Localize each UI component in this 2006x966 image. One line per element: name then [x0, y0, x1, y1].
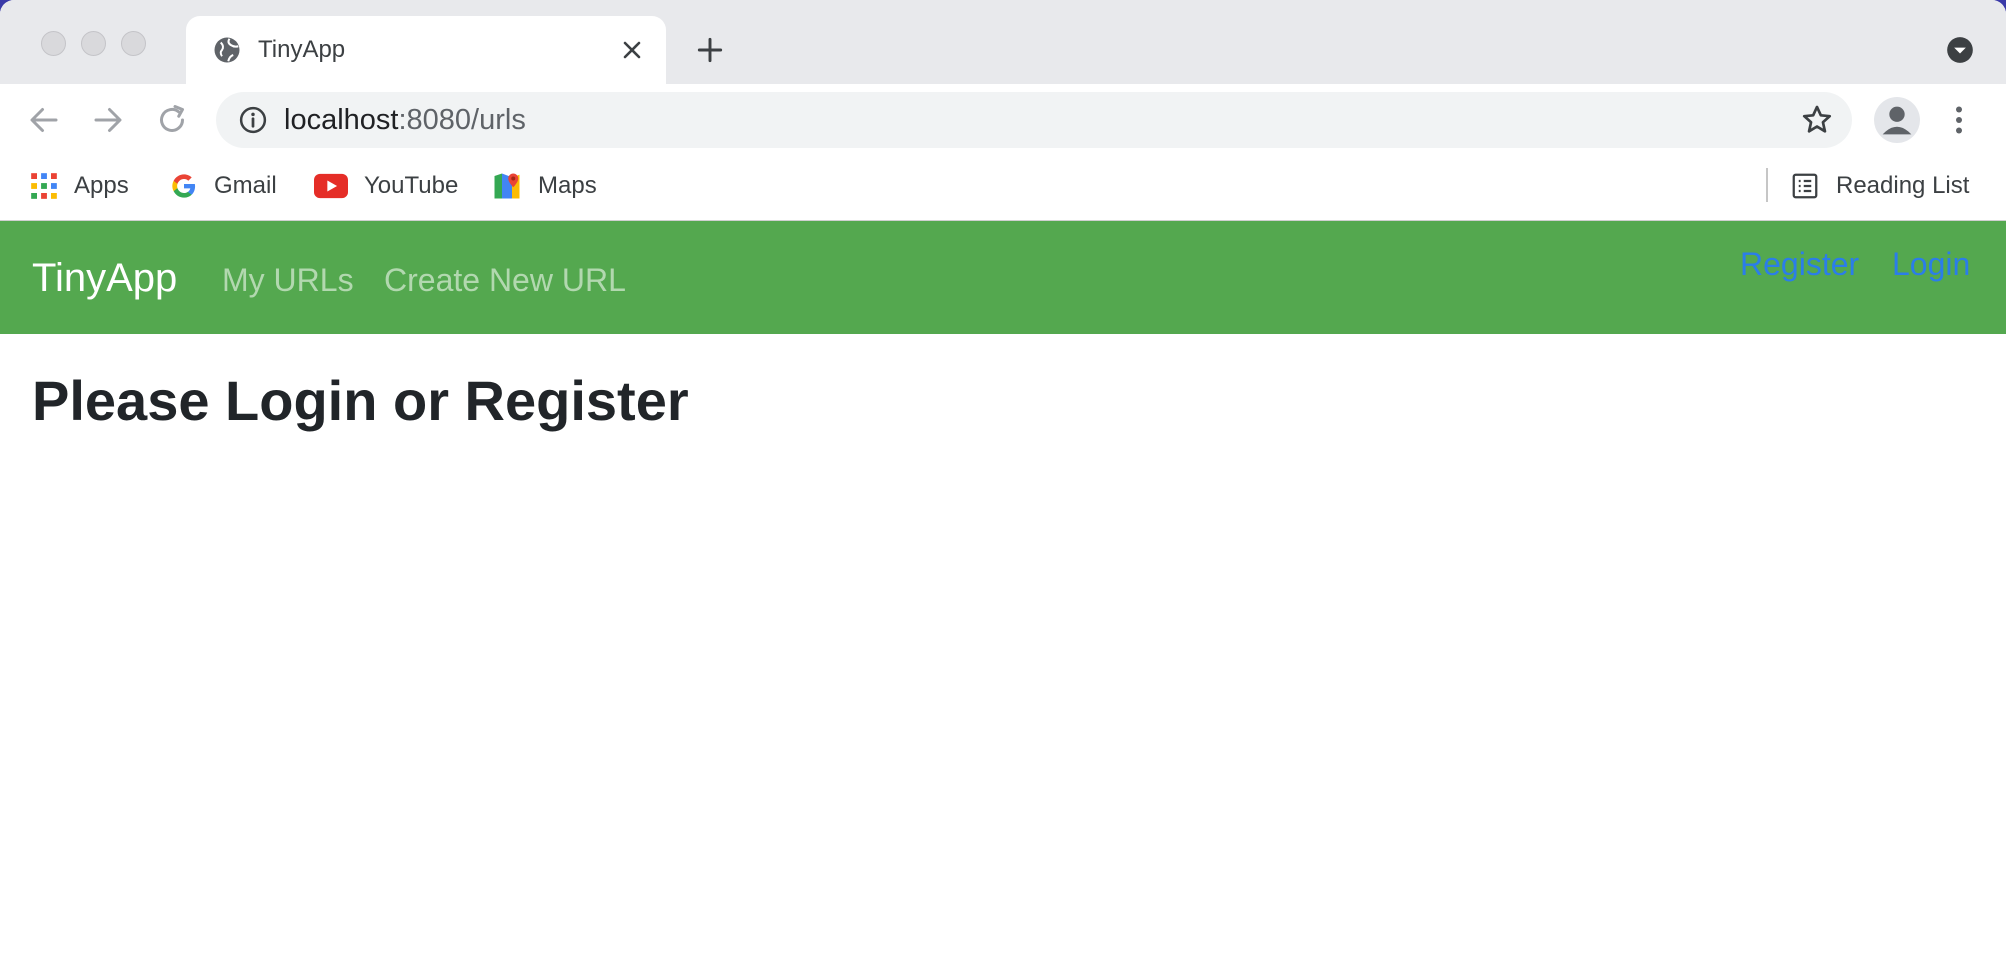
bookmark-apps[interactable]: Apps	[30, 168, 129, 204]
more-menu-icon[interactable]	[1946, 102, 1972, 138]
bookmark-label: Maps	[538, 172, 597, 199]
bookmark-label: Apps	[74, 172, 129, 199]
nav-create-new-url[interactable]: Create New URL	[384, 261, 626, 299]
close-tab-icon[interactable]	[618, 36, 646, 64]
apps-grid-icon	[31, 173, 57, 199]
tab-search-icon[interactable]	[1946, 36, 1974, 64]
youtube-icon	[314, 173, 348, 199]
bookmarks-bar: Apps Gmail YouTube Maps Reading List	[0, 156, 2006, 221]
minimize-window-button[interactable]	[81, 31, 106, 56]
person-icon	[1882, 106, 1912, 135]
reading-list-button[interactable]: Reading List	[1790, 168, 1969, 204]
zoom-window-button[interactable]	[121, 31, 146, 56]
url-host: localhost	[284, 104, 399, 136]
bookmark-maps[interactable]: Maps	[492, 168, 597, 204]
browser-window: TinyApp localhost:8080/urls Apps Gmail Y…	[0, 0, 2006, 966]
tab-strip: TinyApp	[0, 0, 2006, 84]
bookmarks-divider	[1766, 168, 1768, 202]
google-icon	[172, 174, 196, 198]
new-tab-icon[interactable]	[694, 34, 726, 66]
url-path: :8080/urls	[398, 104, 526, 136]
maps-icon	[494, 173, 520, 199]
page-content: TinyApp My URLs Create New URL Register …	[0, 221, 2006, 966]
address-bar[interactable]: localhost:8080/urls	[216, 92, 1852, 148]
register-link[interactable]: Register	[1740, 245, 1859, 283]
globe-icon	[214, 37, 240, 63]
reload-icon[interactable]	[154, 102, 190, 138]
reading-list-icon	[1792, 173, 1818, 199]
bookmark-star-icon[interactable]	[1800, 103, 1834, 137]
close-window-button[interactable]	[41, 31, 66, 56]
forward-icon[interactable]	[90, 102, 126, 138]
bookmark-gmail[interactable]: Gmail	[170, 168, 277, 204]
app-navbar: TinyApp My URLs Create New URL Register …	[0, 221, 2006, 334]
nav-my-urls[interactable]: My URLs	[222, 261, 354, 299]
tab-title: TinyApp	[258, 36, 346, 63]
bookmark-youtube[interactable]: YouTube	[314, 168, 458, 204]
bookmark-label: YouTube	[364, 172, 459, 199]
page-heading: Please Login or Register	[32, 369, 689, 432]
login-link[interactable]: Login	[1892, 245, 1970, 283]
site-info-icon[interactable]	[238, 105, 268, 135]
reading-list-label: Reading List	[1836, 172, 1970, 199]
brand-link[interactable]: TinyApp	[32, 255, 177, 301]
bookmark-label: Gmail	[214, 172, 277, 199]
profile-avatar[interactable]	[1874, 97, 1920, 143]
back-icon[interactable]	[26, 102, 62, 138]
url-text[interactable]: localhost:8080/urls	[284, 104, 526, 136]
tab-tinyapp[interactable]: TinyApp	[186, 16, 666, 84]
browser-toolbar: localhost:8080/urls	[0, 84, 2006, 156]
